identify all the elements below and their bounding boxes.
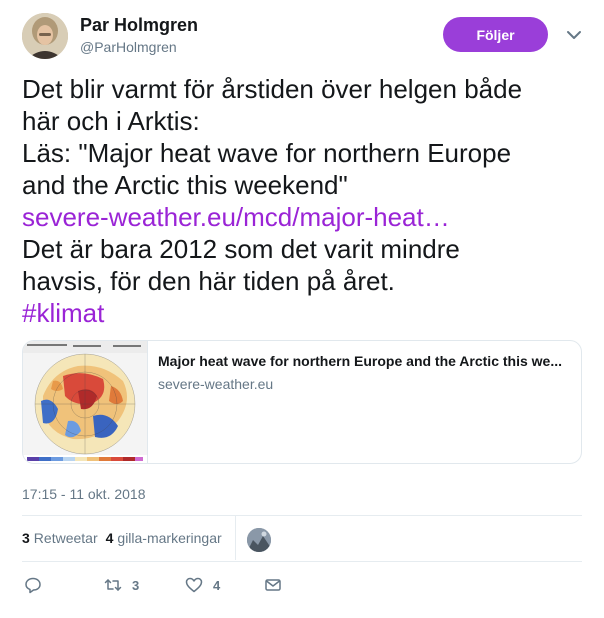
divider [22,515,582,516]
divider [22,561,582,562]
retweets-stat[interactable]: 3 Retweetar [22,530,98,546]
author-name[interactable]: Par Holmgren [80,15,198,36]
stats-separator [235,516,236,560]
retweets-label: Retweetar [33,530,98,546]
retweet-button[interactable]: 3 [104,576,139,594]
tweet-line: and the Arctic this weekend" [22,170,348,200]
like-count: 4 [213,577,221,593]
liker-avatar[interactable] [247,528,271,552]
likes-stat[interactable]: 4 gilla-markeringar [106,530,222,546]
tweet-line: här och i Arktis: [22,106,200,136]
link-card[interactable]: Major heat wave for northern Europe and … [22,340,582,464]
liker-photo [247,528,271,552]
retweet-count: 3 [132,577,140,593]
follow-button[interactable]: Följer [443,17,548,52]
tweet-url-link[interactable]: severe-weather.eu/mcd/major-heat… [22,201,592,233]
retweet-icon [104,579,122,591]
avatar-photo [22,13,68,59]
heart-icon [185,577,203,593]
retweets-count: 3 [22,530,30,546]
reply-icon [25,577,41,594]
direct-message-button[interactable] [264,576,282,594]
envelope-icon [265,579,281,591]
card-domain: severe-weather.eu [158,376,274,392]
tweet-line: Det är bara 2012 som det varit mindre [22,234,460,264]
reply-button[interactable] [24,576,42,594]
author-handle[interactable]: @ParHolmgren [80,39,177,55]
likes-count: 4 [105,530,114,546]
card-title: Major heat wave for northern Europe and … [158,353,562,369]
tweet-line: Det blir varmt för årstiden över helgen … [22,74,523,104]
action-bar: 3 4 [0,576,604,596]
likes-label: gilla-markeringar [117,530,222,546]
card-thumbnail-map [23,341,148,463]
tweet-text: Det blir varmt för årstiden över helgen … [22,73,592,329]
tweet-line: havsis, för den här tiden på året. [22,266,395,296]
chevron-down-icon[interactable] [566,29,582,41]
hashtag-link[interactable]: #klimat [22,297,592,329]
engagement-stats: 3 Retweetar 4 gilla-markeringar [22,530,222,546]
avatar[interactable] [22,13,68,59]
tweet-timestamp[interactable]: 17:15 - 11 okt. 2018 [22,486,146,502]
tweet-line: Läs: "Major heat wave for northern Europ… [22,138,512,168]
like-button[interactable]: 4 [185,576,220,594]
